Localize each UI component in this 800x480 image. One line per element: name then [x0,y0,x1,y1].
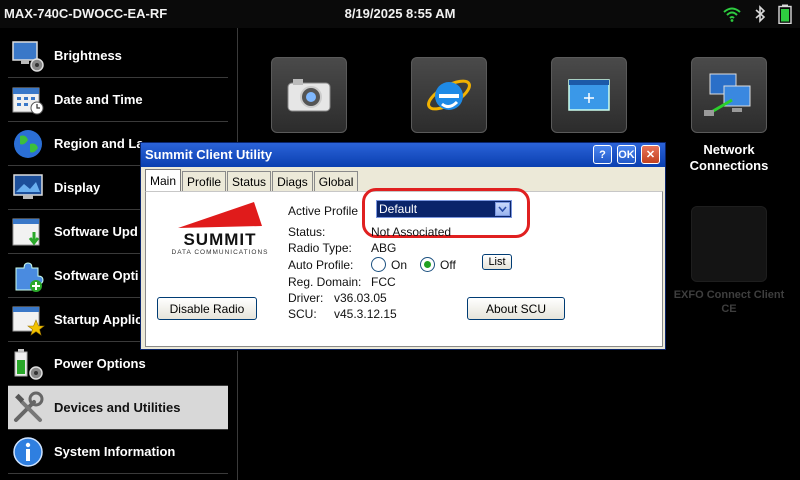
camera-icon [287,79,331,112]
driver-label: Driver: [288,291,324,305]
tab-main[interactable]: Main [145,169,182,191]
status-label: Status: [288,225,326,239]
logo-subtext: DATA COMMUNICATIONS [171,249,269,256]
sidebar-item-date-and-time[interactable]: Date and Time [8,78,228,122]
system-tray [722,4,792,24]
info-icon [13,436,43,467]
driver-value: v36.03.05 [334,291,387,305]
sidebar-item-label: Power Options [54,356,146,371]
ok-button[interactable]: OK [617,145,636,164]
tab-diags[interactable]: Diags [272,171,313,191]
calendar-clock-icon [12,87,44,114]
close-button[interactable]: ✕ [641,145,660,164]
sidebar-item-label: Brightness [54,48,122,63]
disable-radio-button[interactable]: Disable Radio [157,297,257,320]
battery-gear-icon [14,348,43,380]
about-scu-button[interactable]: About SCU [467,297,565,320]
sidebar-item-label: System Information [54,444,176,459]
dialog-title: Summit Client Utility [145,147,273,162]
faded-app-tile [691,206,767,282]
radio-type-value: ABG [371,241,397,255]
auto-profile-off-label: Off [440,258,456,272]
sidebar-item-devices-and-utilities[interactable]: Devices and Utilities [8,386,228,430]
battery-icon[interactable] [778,4,792,24]
sidebar-item-label: Startup Applic [54,312,143,327]
network-connections-tile[interactable] [691,57,767,133]
sidebar-item-label: Devices and Utilities [54,400,181,415]
sidebar-item-label: Region and La [54,136,144,151]
reg-domain-value: FCC [371,275,396,289]
window-add-icon [568,79,610,111]
tab-profile[interactable]: Profile [182,171,227,191]
puzzle-icon [15,261,44,292]
bluetooth-icon[interactable] [754,5,766,23]
dialog-tabs: Main Profile Status Diags Global [145,169,359,191]
scu-label: SCU: [288,307,317,321]
display-icon [13,173,43,199]
reg-domain-label: Reg. Domain: [288,275,362,289]
sidebar-item-label: Display [54,180,101,195]
auto-profile-label: Auto Profile: [288,258,354,272]
sidebar-item-label: Software Upd [54,224,138,239]
status-bar: MAX-740C-DWOCC-EA-RF 8/19/2025 8:55 AM [0,0,800,28]
sidebar-item-label: Software Opti [54,268,139,283]
datetime: 8/19/2025 8:55 AM [344,6,456,21]
summit-logo-mark [178,202,262,228]
monitor-gear-icon [12,40,44,72]
help-button[interactable]: ? [593,145,612,164]
network-connections-label: Network Connections [689,142,769,173]
sidebar-item-label: Date and Time [54,92,143,107]
scu-value: v45.3.12.15 [334,307,397,321]
startup-star-icon [12,306,45,336]
status-value: Not Associated [371,225,452,239]
main-tab-panel: SUMMIT DATA COMMUNICATIONS Active Profil… [145,188,663,347]
sidebar-item-brightness[interactable]: Brightness [8,34,228,78]
logo-text: SUMMIT [183,230,257,249]
dialog-titlebar[interactable]: Summit Client Utility ? OK ✕ [141,143,665,167]
add-window-tile[interactable] [551,57,627,133]
sidebar-item-system-information[interactable]: System Information [8,430,228,474]
tools-icon [14,391,44,422]
list-button[interactable]: List [482,254,512,270]
network-computers-icon [704,73,751,116]
internet-explorer-tile[interactable] [411,57,487,133]
software-update-icon [12,218,40,245]
internet-explorer-icon [427,79,471,111]
tab-global[interactable]: Global [313,171,359,191]
summit-client-utility-dialog: Summit Client Utility ? OK ✕ Main Profil… [140,142,666,350]
wifi-icon[interactable] [722,6,742,22]
active-profile-label: Active Profile [288,204,359,218]
camera-app-tile[interactable] [271,57,347,133]
auto-profile-on-label: On [391,258,408,272]
summit-logo: SUMMIT DATA COMMUNICATIONS [158,196,282,258]
radio-type-label: Radio Type: [288,241,352,255]
faded-app-label: EXFO Connect Client CE [673,289,785,315]
globe-icon [14,129,42,158]
auto-profile-off-radio[interactable] [420,257,435,272]
tab-status[interactable]: Status [227,171,272,191]
auto-profile-on-radio[interactable] [371,257,386,272]
